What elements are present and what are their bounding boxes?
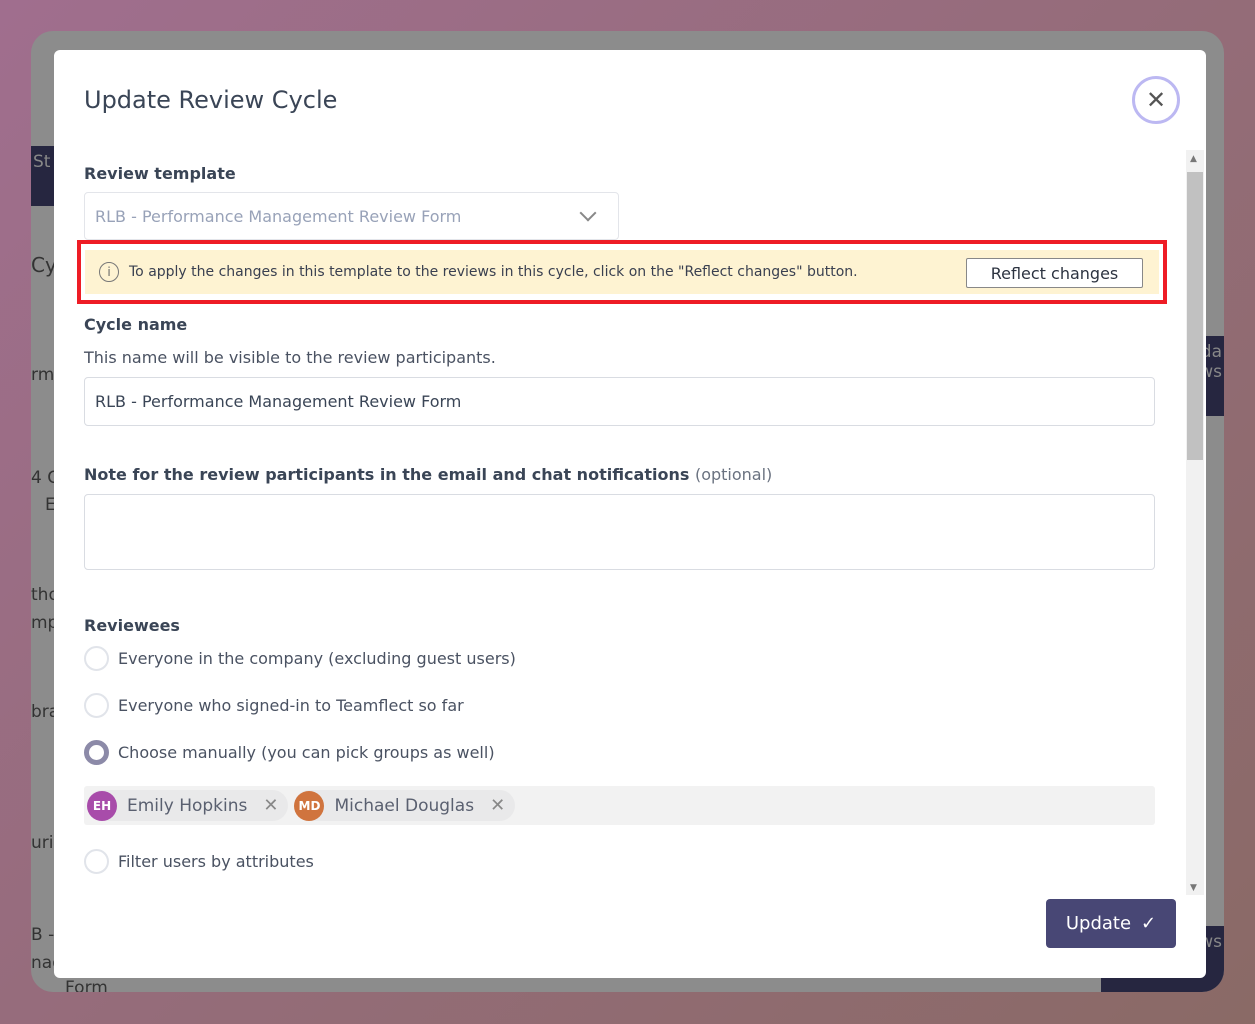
avatar: MD xyxy=(294,790,325,821)
reviewees-label: Reviewees xyxy=(84,616,180,635)
user-chip: EH Emily Hopkins ✕ xyxy=(87,790,289,821)
scrollbar[interactable]: ▲ ▼ xyxy=(1186,150,1204,895)
close-icon: ✕ xyxy=(1145,86,1167,114)
radio-label: Choose manually (you can pick groups as … xyxy=(118,743,495,762)
cycle-name-label: Cycle name xyxy=(84,315,188,334)
optional-label: (optional) xyxy=(694,465,773,484)
scroll-up-icon[interactable]: ▲ xyxy=(1190,154,1197,164)
radio-everyone-signed-in[interactable]: Everyone who signed-in to Teamflect so f… xyxy=(84,693,464,718)
reflect-changes-button[interactable]: Reflect changes xyxy=(966,258,1143,288)
note-label: Note for the review participants in the … xyxy=(84,465,772,484)
bg-fragment: Form xyxy=(65,978,108,992)
bg-fragment: St xyxy=(31,146,55,206)
close-button[interactable]: ✕ xyxy=(1132,76,1180,124)
alert-highlight: i To apply the changes in this template … xyxy=(77,240,1167,304)
radio-label: Everyone in the company (excluding guest… xyxy=(118,649,516,668)
remove-user-icon[interactable]: ✕ xyxy=(490,795,505,816)
dialog-body: Review template RLB - Performance Manage… xyxy=(54,150,1186,895)
reflect-changes-alert: i To apply the changes in this template … xyxy=(85,250,1159,294)
user-name: Michael Douglas xyxy=(334,795,475,816)
radio-circle[interactable] xyxy=(84,646,109,671)
note-textarea[interactable] xyxy=(84,494,1155,570)
radio-label: Everyone who signed-in to Teamflect so f… xyxy=(118,696,464,715)
info-icon: i xyxy=(99,262,119,282)
review-template-value: RLB - Performance Management Review Form xyxy=(95,206,462,226)
remove-user-icon[interactable]: ✕ xyxy=(263,795,278,816)
radio-circle-selected[interactable] xyxy=(84,740,109,765)
radio-filter-attributes[interactable]: Filter users by attributes xyxy=(84,849,314,874)
dialog-title: Update Review Cycle xyxy=(84,86,338,114)
update-button[interactable]: Update ✓ xyxy=(1046,899,1176,948)
user-name: Emily Hopkins xyxy=(127,795,248,816)
note-label-text: Note for the review participants in the … xyxy=(84,465,690,484)
radio-circle[interactable] xyxy=(84,849,109,874)
update-review-cycle-dialog: Update Review Cycle ✕ Review template RL… xyxy=(54,50,1206,978)
avatar: EH xyxy=(87,790,117,821)
review-template-select[interactable]: RLB - Performance Management Review Form xyxy=(84,192,619,240)
cycle-name-help: This name will be visible to the review … xyxy=(84,348,496,367)
scroll-down-icon[interactable]: ▼ xyxy=(1190,883,1197,893)
update-label: Update xyxy=(1065,913,1132,934)
user-chip: MD Michael Douglas ✕ xyxy=(294,790,516,821)
bg-fragment: Cy xyxy=(31,253,57,277)
review-template-label: Review template xyxy=(84,164,236,183)
bg-fragment: B - xyxy=(31,925,55,945)
scrollbar-thumb[interactable] xyxy=(1187,172,1203,460)
selected-users-picker[interactable]: EH Emily Hopkins ✕ MD Michael Douglas ✕ xyxy=(84,786,1155,825)
alert-text: To apply the changes in this template to… xyxy=(129,264,858,280)
radio-circle[interactable] xyxy=(84,693,109,718)
radio-label: Filter users by attributes xyxy=(118,852,314,871)
radio-everyone-company[interactable]: Everyone in the company (excluding guest… xyxy=(84,646,516,671)
radio-choose-manually[interactable]: Choose manually (you can pick groups as … xyxy=(84,740,495,765)
chevron-down-icon xyxy=(579,204,597,222)
cycle-name-input[interactable]: RLB - Performance Management Review Form xyxy=(84,377,1155,426)
check-icon: ✓ xyxy=(1141,913,1157,934)
bg-fragment: rm xyxy=(31,365,55,385)
